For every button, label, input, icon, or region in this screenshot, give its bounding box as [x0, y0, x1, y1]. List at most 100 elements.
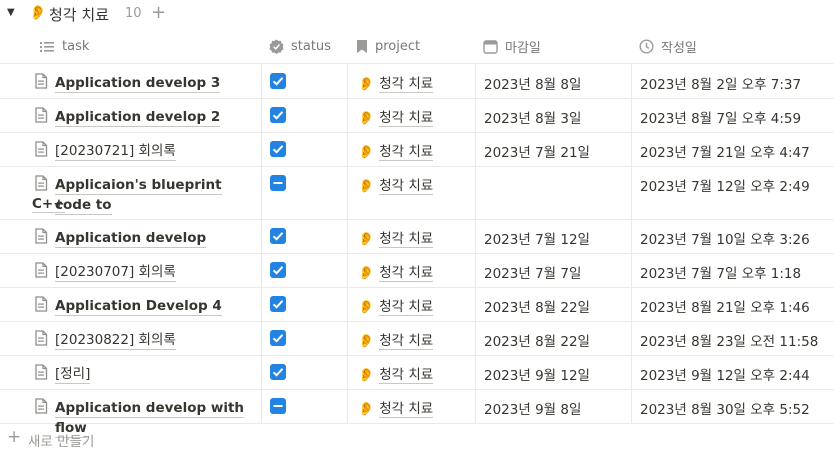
status-cell	[261, 166, 347, 219]
new-row-button[interactable]: + 새로 만들기	[0, 424, 834, 454]
task-cell[interactable]: Application develop 2	[0, 98, 261, 132]
checkbox-checked-icon[interactable]	[270, 141, 286, 157]
project-cell[interactable]: 👂 청각 치료	[347, 321, 475, 355]
new-row-label: 새로 만들기	[28, 434, 95, 450]
task-title-text: Applicaion's blueprint code to	[55, 177, 222, 215]
task-cell[interactable]: [20230707] 회의록	[0, 253, 261, 287]
table-row[interactable]: Application Develop 4 👂 청각 치료 2023년 8월 22…	[0, 287, 834, 322]
checkbox-checked-icon[interactable]	[270, 364, 286, 380]
project-relation[interactable]: 👂 청각 치료	[358, 261, 434, 282]
due-date-cell[interactable]: 2023년 7월 12일	[475, 219, 631, 253]
column-label-project: project	[375, 39, 421, 54]
task-title[interactable]: Application Develop 4	[55, 296, 222, 316]
table-row[interactable]: [정리] 👂 청각 치료 2023년 9월 12일 2023년 9월 12일 오후…	[0, 355, 834, 390]
add-to-group-button[interactable]: +	[151, 2, 166, 23]
table-row[interactable]: Application develop with flow 👂 청각 치료 202…	[0, 389, 834, 438]
status-cell	[261, 98, 347, 132]
table-row[interactable]: Application develop 👂 청각 치료 2023년 7월 12일 …	[0, 219, 834, 254]
created-time: 2023년 7월 7일 오후 1:18	[640, 266, 802, 282]
task-title[interactable]: [20230707] 회의록	[55, 262, 176, 282]
project-cell[interactable]: 👂 청각 치료	[347, 389, 475, 423]
project-cell[interactable]: 👂 청각 치료	[347, 98, 475, 132]
project-relation[interactable]: 👂 청각 치료	[358, 295, 434, 316]
checkbox-checked-icon[interactable]	[270, 73, 286, 89]
due-date-cell[interactable]: 2023년 8월 22일	[475, 287, 631, 321]
project-relation[interactable]: 👂 청각 치료	[358, 72, 434, 93]
due-date-cell[interactable]: 2023년 9월 8일	[475, 389, 631, 423]
task-title-line2-text: C++	[32, 196, 65, 213]
project-cell[interactable]: 👂 청각 치료	[347, 253, 475, 287]
task-title[interactable]: Applicaion's blueprint code to	[55, 175, 261, 215]
project-relation[interactable]: 👂 청각 치료	[358, 106, 434, 127]
column-header-task[interactable]: task	[39, 30, 89, 63]
task-title-text: [20230707] 회의록	[55, 264, 176, 282]
created-time-cell: 2023년 9월 12일 오후 2:44	[631, 355, 834, 389]
task-title[interactable]: Application develop	[55, 228, 207, 248]
task-cell[interactable]: [정리]	[0, 355, 261, 389]
due-date-cell[interactable]: 2023년 7월 7일	[475, 253, 631, 287]
created-time-cell: 2023년 7월 12일 오후 2:49	[631, 166, 834, 219]
project-cell[interactable]: 👂 청각 치료	[347, 355, 475, 389]
due-date-cell[interactable]: 2023년 9월 12일	[475, 355, 631, 389]
checkbox-indeterminate-icon[interactable]	[270, 175, 286, 191]
bookmark-icon	[357, 40, 367, 53]
checkbox-indeterminate-icon[interactable]	[270, 398, 286, 414]
collapse-triangle-icon[interactable]: ▼	[7, 7, 15, 18]
task-title[interactable]: Application develop 2	[55, 107, 221, 127]
task-title[interactable]: [20230822] 회의록	[55, 330, 176, 350]
task-cell[interactable]: [20230822] 회의록	[0, 321, 261, 355]
project-cell[interactable]: 👂 청각 치료	[347, 287, 475, 321]
page-icon	[34, 398, 48, 418]
project-name: 청각 치료	[379, 333, 434, 350]
task-cell[interactable]: Application develop 3	[0, 64, 261, 98]
checkbox-checked-icon[interactable]	[270, 330, 286, 346]
group-title[interactable]: 청각 치료	[49, 4, 109, 25]
task-title[interactable]: [정리]	[55, 364, 91, 384]
task-cell[interactable]: Application develop	[0, 219, 261, 253]
column-header-due[interactable]: 마감일	[483, 30, 541, 63]
due-date-cell[interactable]: 2023년 8월 3일	[475, 98, 631, 132]
project-relation[interactable]: 👂 청각 치료	[358, 174, 434, 195]
project-relation[interactable]: 👂 청각 치료	[358, 227, 434, 248]
project-relation[interactable]: 👂 청각 치료	[358, 397, 434, 418]
project-name: 청각 치료	[379, 178, 434, 195]
due-date-cell[interactable]: 2023년 8월 22일	[475, 321, 631, 355]
table-row[interactable]: [20230822] 회의록 👂 청각 치료 2023년 8월 22일 2023년…	[0, 321, 834, 356]
checkbox-checked-icon[interactable]	[270, 296, 286, 312]
checkbox-checked-icon[interactable]	[270, 262, 286, 278]
column-label-due: 마감일	[505, 41, 541, 56]
created-time-cell: 2023년 7월 10일 오후 3:26	[631, 219, 834, 253]
project-relation[interactable]: 👂 청각 치료	[358, 140, 434, 161]
project-cell[interactable]: 👂 청각 치료	[347, 132, 475, 166]
task-cell[interactable]: Application develop with flow	[0, 389, 261, 438]
task-title[interactable]: [20230721] 회의록	[55, 141, 176, 161]
project-cell[interactable]: 👂 청각 치료	[347, 219, 475, 253]
checkbox-checked-icon[interactable]	[270, 228, 286, 244]
column-header-status[interactable]: status	[269, 30, 331, 63]
clock-icon	[639, 39, 654, 54]
table-row[interactable]: [20230721] 회의록 👂 청각 치료 2023년 7월 21일 2023년…	[0, 132, 834, 167]
project-relation[interactable]: 👂 청각 치료	[358, 363, 434, 384]
created-time: 2023년 8월 30일 오후 5:52	[640, 402, 810, 418]
table-row[interactable]: [20230707] 회의록 👂 청각 치료 2023년 7월 7일 2023년 …	[0, 253, 834, 288]
table-row[interactable]: Applicaion's blueprint code to C++ 👂 청각 치…	[0, 166, 834, 220]
page-icon	[34, 228, 48, 248]
project-cell[interactable]: 👂 청각 치료	[347, 64, 475, 98]
due-date-cell[interactable]: 2023년 8월 8일	[475, 64, 631, 98]
checkbox-checked-icon[interactable]	[270, 107, 286, 123]
column-header-created[interactable]: 작성일	[639, 30, 697, 63]
task-cell[interactable]: Application Develop 4	[0, 287, 261, 321]
task-cell[interactable]: Applicaion's blueprint code to C++	[0, 166, 261, 219]
table-row[interactable]: Application develop 3 👂 청각 치료 2023년 8월 8일…	[0, 64, 834, 99]
due-date-cell[interactable]: 2023년 7월 21일	[475, 132, 631, 166]
due-date-cell[interactable]	[475, 166, 631, 219]
task-title-line2[interactable]: C++	[32, 196, 65, 213]
project-cell[interactable]: 👂 청각 치료	[347, 166, 475, 219]
ear-emoji-icon: 👂	[29, 5, 47, 21]
task-cell[interactable]: [20230721] 회의록	[0, 132, 261, 166]
table-row[interactable]: Application develop 2 👂 청각 치료 2023년 8월 3일…	[0, 98, 834, 133]
status-cell	[261, 64, 347, 98]
project-relation[interactable]: 👂 청각 치료	[358, 329, 434, 350]
task-title[interactable]: Application develop 3	[55, 73, 221, 93]
column-header-project[interactable]: project	[356, 30, 420, 63]
